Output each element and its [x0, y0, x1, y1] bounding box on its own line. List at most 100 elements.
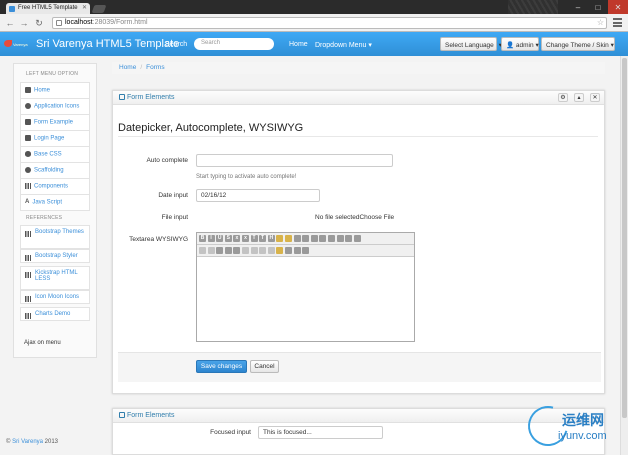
browser-tab[interactable]: Free HTML5 Template ✕ — [6, 3, 90, 14]
paste-icon[interactable] — [276, 247, 284, 254]
search-input[interactable]: Search — [194, 38, 274, 50]
sidebar-ref-charts-demo[interactable]: Charts Demo — [20, 307, 90, 321]
align-right-icon[interactable] — [345, 235, 353, 242]
autocomplete-help: Start typing to activate auto complete! — [196, 174, 297, 180]
minimize-icon[interactable]: – — [568, 0, 588, 14]
bookmark-star-icon[interactable]: ☆ — [597, 18, 604, 28]
sidebar-item-scaffolding[interactable]: Scaffolding — [20, 162, 90, 179]
collapse-chevron-icon[interactable]: ▴ — [574, 93, 584, 102]
watermark: 运维网 iyunv.com — [520, 398, 620, 454]
sidebar-item-login-page[interactable]: Login Page — [20, 130, 90, 147]
brand-title[interactable]: Sri Varenya HTML5 Template — [36, 38, 179, 50]
text-color-icon[interactable] — [276, 235, 284, 242]
copy-icon[interactable] — [267, 247, 275, 254]
globe-icon — [25, 167, 31, 173]
align-center-icon[interactable] — [336, 235, 344, 242]
forward-arrow-icon[interactable]: → — [18, 17, 30, 29]
sidebar-ref-bootstrap-themes[interactable]: Bootstrap Themes — [20, 225, 90, 249]
hr-icon[interactable] — [224, 247, 232, 254]
underline-icon[interactable]: U — [216, 235, 224, 242]
tab-close-icon[interactable]: ✕ — [82, 4, 87, 11]
sidebar-item-form-example[interactable]: Form Example — [20, 114, 90, 131]
nav-home-link[interactable]: Home — [289, 41, 308, 48]
strikethrough-icon[interactable]: S — [224, 235, 232, 242]
heading-icon[interactable]: H — [267, 235, 275, 242]
autocomplete-label: Auto complete — [146, 157, 188, 164]
bold-icon[interactable]: B — [199, 235, 206, 242]
admin-button[interactable]: 👤 admin ▾ — [501, 37, 539, 51]
sidebar-item-components[interactable]: Components — [20, 178, 90, 195]
reload-icon[interactable]: ↻ — [33, 17, 45, 29]
image-icon[interactable] — [233, 247, 241, 254]
caret-down-icon: ▾ — [368, 42, 372, 49]
theme-button[interactable]: Change Theme / Skin ▾ — [541, 37, 615, 51]
redo-icon[interactable] — [207, 247, 215, 254]
theme-label: Change Theme / Skin — [546, 42, 609, 49]
logo[interactable]: Varenya — [4, 39, 32, 49]
footer-link[interactable]: Sri Varenya — [12, 439, 43, 445]
references-heading: REFERENCES — [26, 215, 63, 221]
maximize-icon[interactable]: □ — [588, 0, 608, 14]
breadcrumb-home[interactable]: Home — [119, 64, 136, 71]
close-icon[interactable]: ✕ — [590, 93, 600, 102]
editor-toolbar-row-1: B I U S x x T T H — [197, 233, 414, 245]
dropdown-menu-link[interactable]: Dropdown Menu ▾ — [315, 41, 372, 49]
justify-icon[interactable] — [353, 235, 361, 242]
font-icon[interactable]: T — [250, 235, 258, 242]
link-icon[interactable] — [241, 247, 249, 254]
back-arrow-icon[interactable]: ← — [4, 17, 16, 29]
outdent-icon[interactable] — [310, 235, 318, 242]
sidebar-item-java-script[interactable]: A Java Script — [20, 194, 90, 211]
form-title: Datepicker, Autocomplete, WYSIWYG — [118, 122, 304, 134]
editor-toolbar-row-2 — [197, 245, 414, 257]
cancel-button[interactable]: Cancel — [250, 360, 279, 373]
wysiwyg-editor[interactable]: B I U S x x T T H — [196, 232, 415, 342]
font-icon: A — [25, 199, 30, 205]
grid-icon — [25, 296, 31, 302]
page-info-icon[interactable] — [56, 20, 62, 26]
find-icon[interactable] — [293, 247, 301, 254]
browser-menu-icon[interactable] — [613, 18, 622, 27]
save-changes-button[interactable]: Save changes — [196, 360, 247, 373]
sidebar-item-application-icons[interactable]: Application Icons — [20, 98, 90, 115]
focused-input[interactable]: This is focused... — [258, 426, 383, 439]
undo-icon[interactable] — [199, 247, 206, 254]
bullet-list-icon[interactable] — [302, 235, 310, 242]
numbered-list-icon[interactable] — [293, 235, 301, 242]
highlight-icon[interactable] — [284, 235, 292, 242]
italic-icon[interactable]: I — [207, 235, 215, 242]
sidebar-ref-kickstrap[interactable]: Kickstrap HTML LESS — [20, 266, 90, 290]
align-left-icon[interactable] — [327, 235, 335, 242]
box-header: Form Elements ⚙ ▴ ✕ — [113, 91, 604, 105]
watermark-en: iyunv.com — [558, 430, 607, 442]
grid-icon — [25, 272, 31, 278]
sidebar-ref-bootstrap-styler[interactable]: Bootstrap Styler — [20, 249, 90, 263]
ajax-menu-toggle[interactable]: Ajax on menu — [24, 340, 61, 346]
form-actions — [118, 352, 601, 382]
print-icon[interactable] — [284, 247, 292, 254]
font-size-icon[interactable]: T — [259, 235, 267, 242]
grid-icon — [25, 231, 31, 237]
cut-icon[interactable] — [259, 247, 267, 254]
table-icon[interactable] — [216, 247, 224, 254]
source-icon[interactable] — [302, 247, 310, 254]
sidebar-item-home[interactable]: Home — [20, 82, 90, 99]
sidebar-ref-icon-moon[interactable]: Icon Moon Icons — [20, 290, 90, 304]
sidebar-item-base-css[interactable]: Base CSS — [20, 146, 90, 163]
breadcrumb-separator: / — [140, 64, 143, 71]
indent-icon[interactable] — [319, 235, 327, 242]
url-field[interactable]: localhost:28039/Form.html ☆ — [52, 17, 607, 29]
scrollbar-thumb[interactable] — [622, 58, 627, 418]
breadcrumb-current[interactable]: Forms — [146, 64, 164, 71]
autocomplete-input[interactable] — [196, 154, 393, 167]
language-select[interactable]: Select Language ▾ — [440, 37, 502, 51]
date-input[interactable]: 02/16/12 — [196, 189, 320, 202]
settings-gear-icon[interactable]: ⚙ — [558, 93, 568, 102]
page-scrollbar[interactable] — [620, 56, 628, 455]
new-tab-button[interactable] — [91, 5, 107, 13]
superscript-icon[interactable]: x — [241, 235, 249, 242]
subscript-icon[interactable]: x — [233, 235, 241, 242]
unlink-icon[interactable] — [250, 247, 258, 254]
file-input[interactable]: No file selectedChoose File — [315, 214, 394, 221]
window-close-icon[interactable]: ✕ — [608, 0, 628, 14]
